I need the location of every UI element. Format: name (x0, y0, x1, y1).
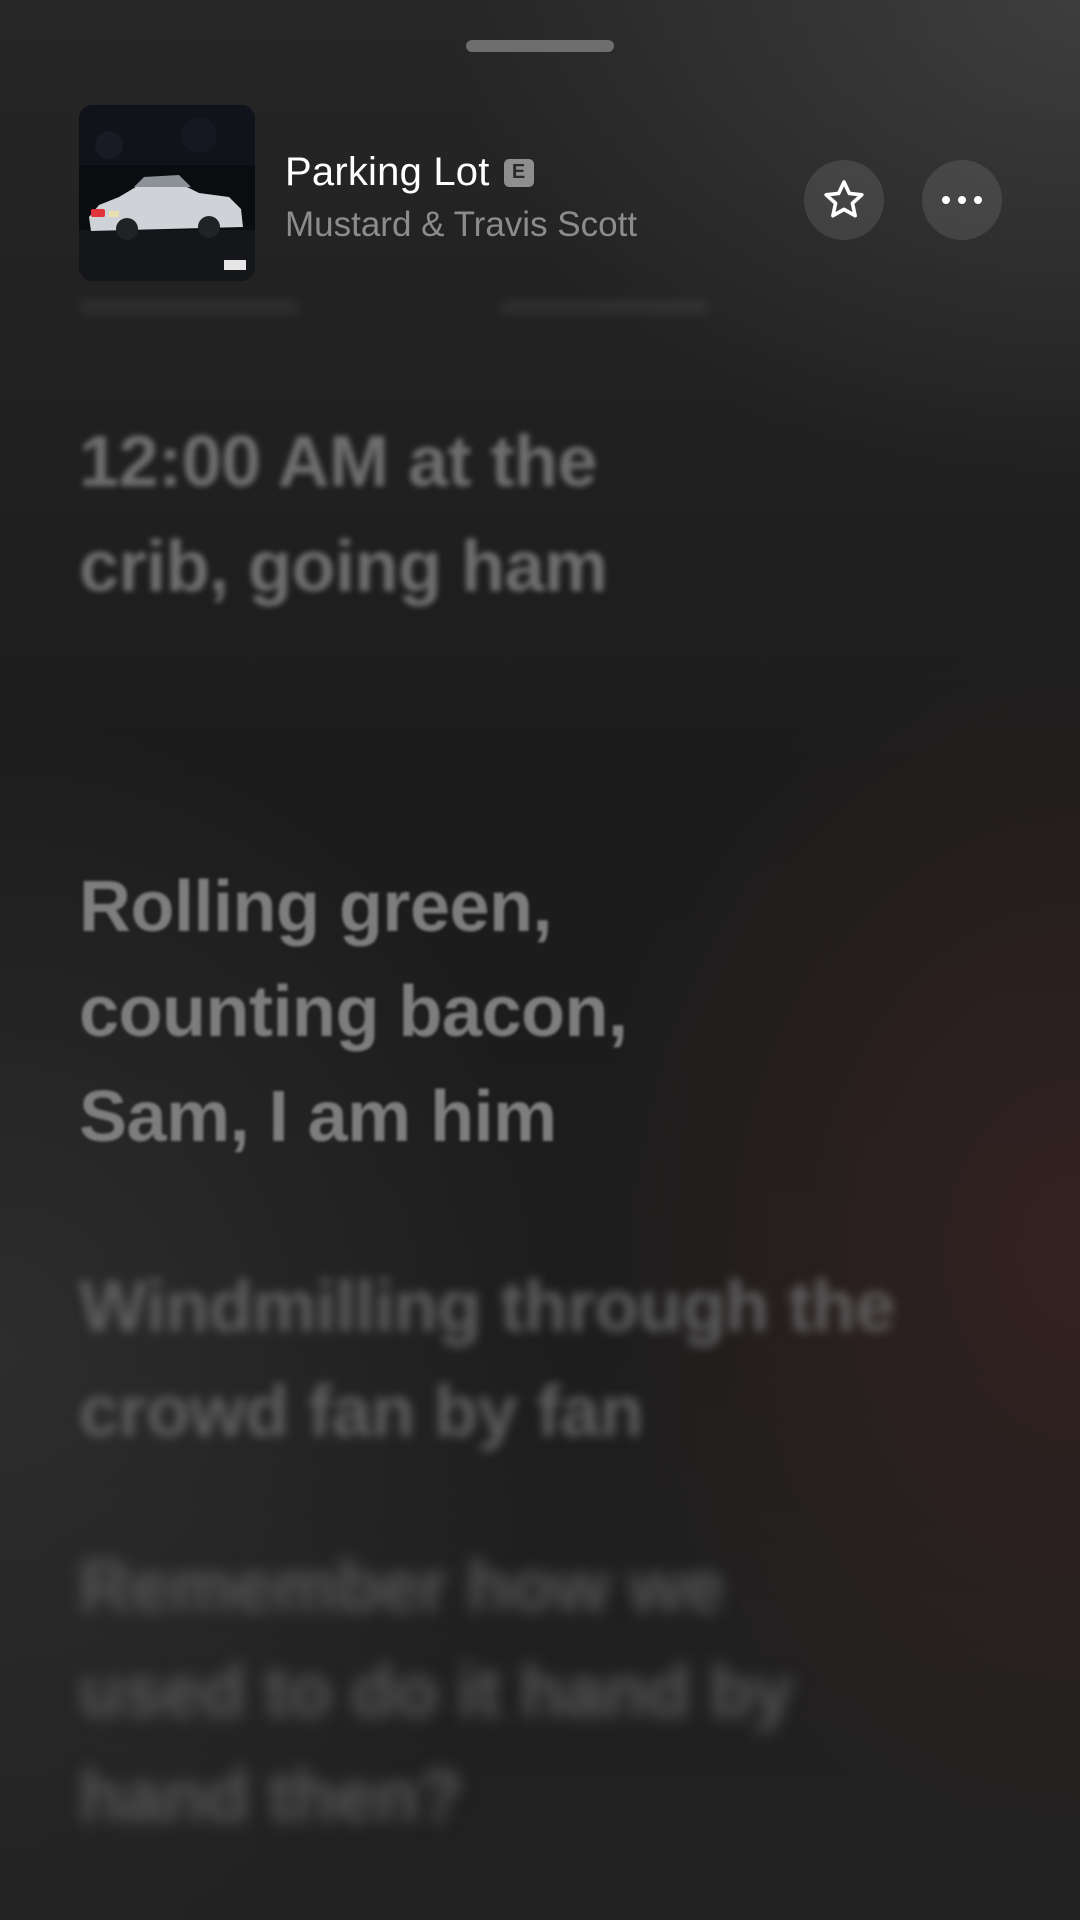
album-artwork[interactable] (79, 105, 255, 281)
song-title-row: Parking Lot E (285, 150, 534, 195)
lyric-line-current[interactable]: Rolling green, counting bacon, Sam, I am… (79, 855, 719, 1170)
lyric-line[interactable]: Windmilling through the crowd fan by fan (79, 1255, 899, 1465)
explicit-badge: E (503, 158, 534, 187)
lyric-line[interactable]: Remember how we used to do it hand by ha… (79, 1535, 839, 1850)
sheet-grabber-handle[interactable] (466, 40, 614, 52)
faded-credit-text (500, 300, 710, 314)
star-icon (824, 180, 864, 218)
faded-credit-text (79, 300, 299, 314)
favorite-button[interactable] (804, 160, 884, 240)
lyrics-screen: Parking Lot E Mustard & Travis Scott 12:… (0, 0, 1080, 1920)
more-options-button[interactable] (922, 160, 1002, 240)
song-title[interactable]: Parking Lot (285, 150, 490, 195)
faded-credit-text (79, 642, 88, 681)
lyric-line[interactable]: 12:00 AM at the crib, going ham (79, 410, 719, 620)
album-artwork-image (79, 105, 255, 281)
artist-name[interactable]: Mustard & Travis Scott (285, 205, 637, 245)
more-icon (942, 196, 982, 204)
